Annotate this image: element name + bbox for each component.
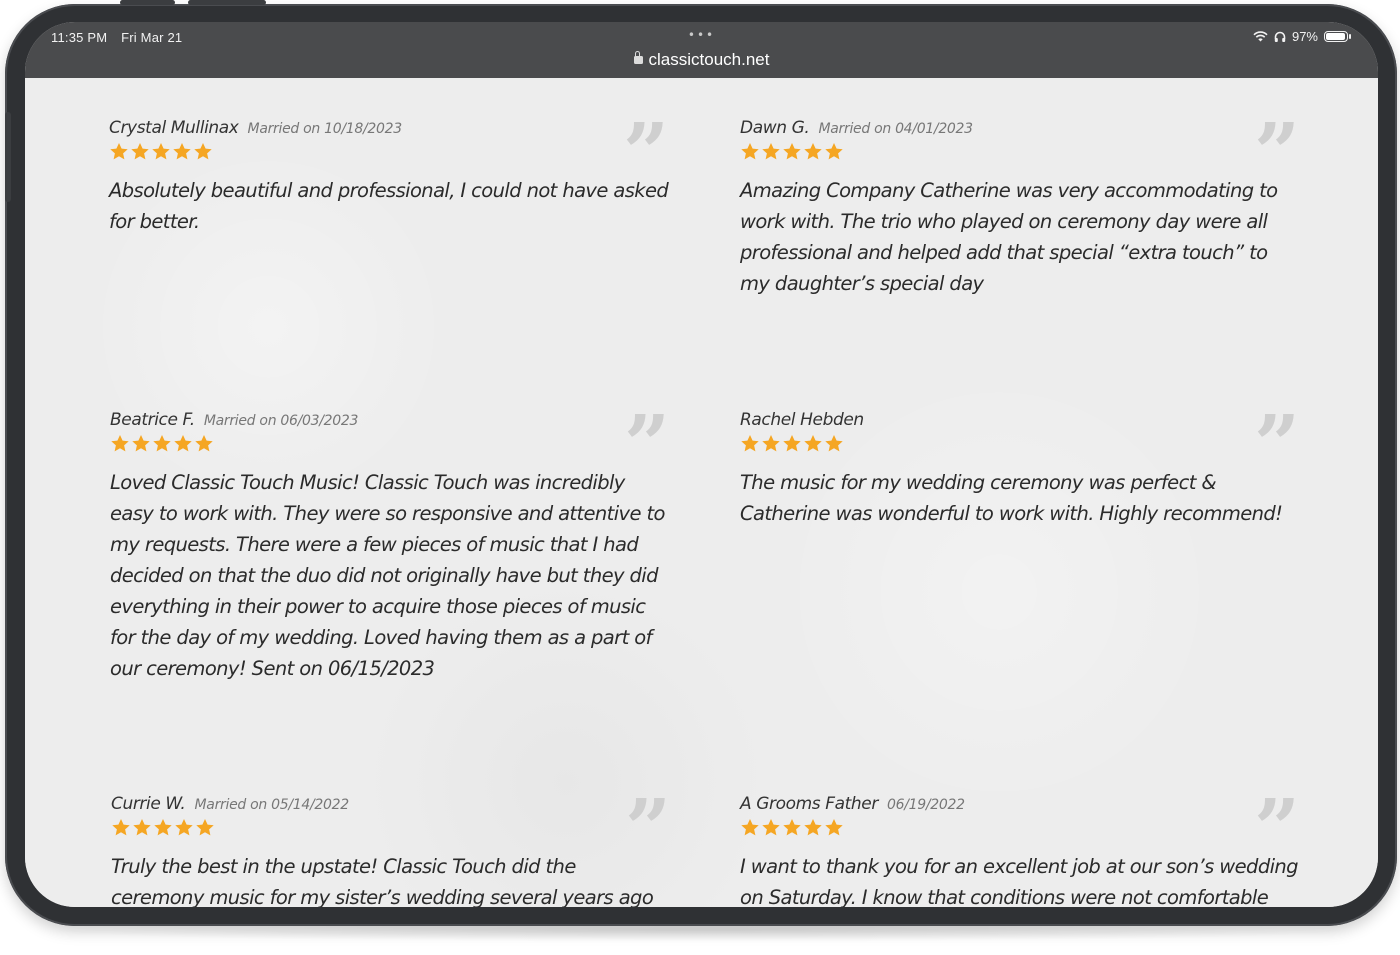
more-options-icon[interactable]: ••• [688,28,715,42]
star-icon [132,435,150,452]
star-icon [783,819,801,836]
star-icon [154,819,172,836]
star-icon [762,819,780,836]
review-header: A Grooms Father 06/19/2022 [740,794,1300,814]
star-icon [175,819,193,836]
review-card: Rachel Hebden The music for my wedding c… [740,404,1300,529]
reviews-grid: Crystal Mullinax Married on 10/18/2023 A… [25,78,1378,907]
review-text: I want to thank you for an excellent job… [740,855,1299,907]
star-icon [762,143,780,160]
status-date: Fri Mar 21 [121,30,183,45]
review-card: Currie W. Married on 05/14/2022 Truly th… [111,788,671,907]
star-rating [110,434,670,453]
star-rating [740,434,1300,453]
quote-mark-icon: ” [1253,112,1300,162]
review-card: Beatrice F. Married on 06/03/2023 Loved … [110,404,670,684]
star-icon [804,819,822,836]
quote-mark-icon: ” [1253,404,1300,454]
star-icon [196,819,214,836]
star-icon [152,143,170,160]
battery-icon [1324,31,1351,42]
star-icon [174,435,192,452]
star-icon [804,435,822,452]
review-header: Crystal Mullinax Married on 10/18/2023 [109,118,669,138]
review-header: Currie W. Married on 05/14/2022 [111,794,671,814]
reviewer-name: A Grooms Father [740,794,878,814]
star-icon [741,435,759,452]
reviewer-name: Rachel Hebden [740,410,864,430]
review-card: Crystal Mullinax Married on 10/18/2023 A… [109,112,669,237]
side-button [5,112,11,202]
status-bar-right: 97% [1253,29,1351,44]
star-icon [173,143,191,160]
wifi-icon [1253,31,1268,42]
battery-level [1326,33,1346,40]
star-icon [825,435,843,452]
review-text: Amazing Company Catherine was very accom… [740,179,1278,295]
review-card: A Grooms Father 06/19/2022 I want to tha… [740,788,1300,907]
quote-mark-icon: ” [622,112,669,162]
star-rating [740,142,1300,161]
star-icon [110,143,128,160]
review-text: Absolutely beautiful and professional, I… [109,179,669,233]
reviewer-name: Crystal Mullinax [109,118,239,138]
star-icon [741,819,759,836]
screen: 11:35 PM Fri Mar 21 ••• 97% classictouch… [25,22,1378,907]
star-icon [131,143,149,160]
status-time: 11:35 PM [51,30,108,45]
star-icon [741,143,759,160]
married-date: Married on 04/01/2023 [818,121,973,137]
power-button [188,0,266,5]
reviewer-name: Dawn G. [740,118,810,138]
review-header: Rachel Hebden [740,410,1300,430]
review-text: The music for my wedding ceremony was pe… [740,471,1283,525]
reviewer-name: Beatrice F. [110,410,195,430]
star-icon [825,143,843,160]
quote-mark-icon: ” [623,404,670,454]
star-icon [153,435,171,452]
lock-icon [633,51,643,64]
star-rating [111,818,671,837]
star-rating [109,142,669,161]
url-text: classictouch.net [648,50,770,69]
quote-mark-icon: ” [1253,788,1300,838]
star-icon [762,435,780,452]
married-date: Married on 06/03/2023 [203,413,359,429]
married-date: Married on 10/18/2023 [247,121,403,137]
star-icon [111,435,129,452]
star-icon [133,819,151,836]
battery-percent: 97% [1291,29,1318,44]
star-icon [825,819,843,836]
star-rating [740,818,1300,837]
star-icon [194,143,212,160]
review-text: Truly the best in the upstate! Classic T… [111,855,654,907]
married-date: 06/19/2022 [887,797,965,813]
star-icon [112,819,130,836]
reviewer-name: Currie W. [111,794,186,814]
tablet-frame: 11:35 PM Fri Mar 21 ••• 97% classictouch… [5,4,1397,926]
headphones-icon [1274,31,1286,42]
review-card: Dawn G. Married on 04/01/2023 Amazing Co… [740,112,1300,299]
star-icon [783,143,801,160]
address-bar[interactable]: classictouch.net [25,50,1378,70]
review-header: Beatrice F. Married on 06/03/2023 [110,410,670,430]
married-date: Married on 05/14/2022 [194,797,350,813]
review-header: Dawn G. Married on 04/01/2023 [740,118,1300,138]
review-text: Loved Classic Touch Music! Classic Touch… [110,471,665,680]
status-bar-left: 11:35 PM Fri Mar 21 [51,30,192,45]
quote-mark-icon: ” [624,788,671,838]
star-icon [804,143,822,160]
star-icon [195,435,213,452]
browser-top-bar: 11:35 PM Fri Mar 21 ••• 97% classictouch… [25,22,1378,78]
star-icon [783,435,801,452]
volume-button [120,0,175,5]
